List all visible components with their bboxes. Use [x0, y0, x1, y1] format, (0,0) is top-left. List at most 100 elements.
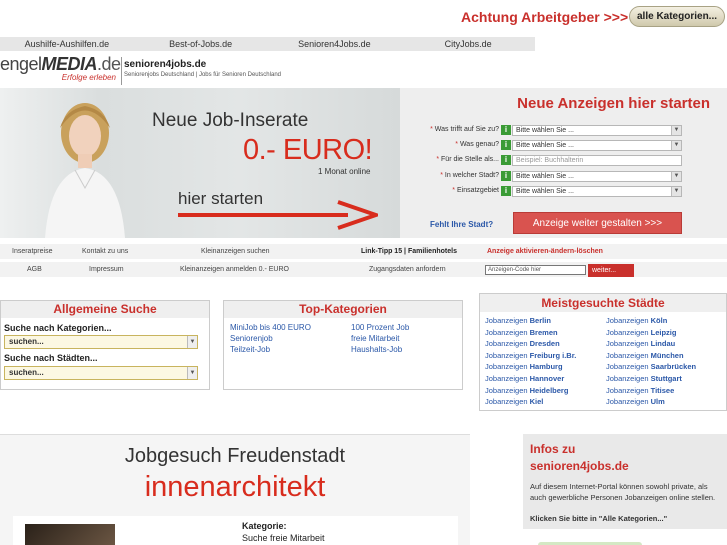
top-category-link[interactable]: 100 Prozent Job	[351, 323, 409, 332]
continue-ad-button[interactable]: Anzeige weiter gestalten >>>	[513, 212, 682, 234]
form-label-detail: Was genau?	[459, 141, 499, 148]
category-search-select[interactable]: suchen... ▼	[4, 335, 198, 349]
employer-alert-text[interactable]: Achtung Arbeitgeber >>>	[461, 9, 628, 25]
chevron-down-icon: ▼	[187, 367, 197, 379]
subnav-contact[interactable]: Kontakt zu uns	[82, 244, 128, 259]
info-icon[interactable]: i	[501, 186, 511, 196]
form-title: Neue Anzeigen hier starten	[517, 95, 710, 112]
form-label-area: Einsatzgebiet	[456, 187, 499, 194]
subnav-agb[interactable]: AGB	[27, 262, 42, 277]
arrow-right-icon	[178, 200, 378, 230]
job-detail-panel: Jobgesuch Freudenstadt innenarchitekt Ka…	[0, 434, 470, 545]
job-category-label: Kategorie:	[242, 521, 287, 531]
city-select[interactable]: Bitte wählen Sie ... ▼	[512, 171, 682, 182]
job-keyword: innenarchitekt	[144, 471, 326, 503]
all-categories-button[interactable]: alle Kategorien...	[629, 6, 725, 27]
city-link[interactable]: Jobanzeigen Dresden	[485, 339, 560, 348]
top-category-link[interactable]: freie Mitarbeit	[351, 334, 399, 343]
hero-banner[interactable]: Neue Job-Inserate 0.- EURO! 1 Monat onli…	[0, 88, 400, 238]
job-detail-card: Kategorie: Suche freie Mitarbeit	[13, 516, 458, 545]
logo-brand: MEDIA	[41, 54, 98, 74]
site-name: senioren4jobs.de	[124, 59, 207, 70]
city-link[interactable]: Jobanzeigen Leipzig	[606, 328, 676, 337]
chevron-down-icon: ▼	[671, 141, 681, 150]
engelmedia-logo[interactable]: engelMEDIA.de Erfolge erleben	[0, 54, 121, 83]
chevron-down-icon: ▼	[671, 172, 681, 181]
city-search-select[interactable]: suchen... ▼	[4, 366, 198, 380]
missing-city-link[interactable]: Fehlt Ihre Stadt?	[430, 220, 493, 229]
top-categories-box: Top-Kategorien MiniJob bis 400 EURO Seni…	[223, 300, 463, 390]
hero-price: 0.- EURO!	[243, 134, 373, 166]
chevron-down-icon: ▼	[187, 336, 197, 348]
city-link[interactable]: Jobanzeigen Köln	[606, 316, 667, 325]
form-label-position: Für die Stelle als...	[441, 156, 499, 163]
form-row-position: * Für die Stelle als... i Beispiel: Buch…	[400, 155, 727, 167]
info-icon[interactable]: i	[501, 125, 511, 135]
city-link[interactable]: Jobanzeigen Heidelberg	[485, 386, 568, 395]
top-categories-title: Top-Kategorien	[224, 301, 462, 318]
role-select[interactable]: Bitte wählen Sie ... ▼	[512, 125, 682, 136]
logo-tagline: Erfolge erleben	[61, 73, 116, 82]
top-category-link[interactable]: MiniJob bis 400 EURO	[230, 323, 311, 332]
hero-duration: 1 Monat online	[318, 167, 371, 176]
city-link[interactable]: Jobanzeigen Hamburg	[485, 362, 563, 371]
position-input[interactable]: Beispiel: Buchhalterin	[512, 155, 682, 166]
area-select[interactable]: Bitte wählen Sie ... ▼	[512, 186, 682, 197]
city-link[interactable]: Jobanzeigen Freiburg i.Br.	[485, 351, 576, 360]
info-instruction: Klicken Sie bitte in "Alle Kategorien...…	[530, 514, 668, 523]
subnav-prices[interactable]: Inseratpreise	[12, 244, 52, 259]
city-search-label: Suche nach Städten...	[4, 353, 98, 363]
top-category-link[interactable]: Haushalts-Job	[351, 345, 402, 354]
general-search-box: Allgemeine Suche Suche nach Kategorien..…	[0, 300, 210, 390]
city-link[interactable]: Jobanzeigen Kiel	[485, 397, 543, 406]
network-link-aushilfe[interactable]: Aushilfe-Aushilfen.de	[0, 37, 134, 51]
top-cities-box: Meistgesuchte Städte Jobanzeigen Berlin J…	[479, 293, 727, 411]
top-category-link[interactable]: Seniorenjob	[230, 334, 273, 343]
city-link[interactable]: Jobanzeigen Saarbrücken	[606, 362, 696, 371]
ad-code-submit-button[interactable]: weiter...	[588, 264, 634, 277]
network-link-bestofjobs[interactable]: Best-of-Jobs.de	[134, 37, 268, 51]
info-icon[interactable]: i	[501, 171, 511, 181]
city-link[interactable]: Jobanzeigen Berlin	[485, 316, 551, 325]
network-links-bar: Aushilfe-Aushilfen.de Best-of-Jobs.de Se…	[0, 37, 535, 51]
form-row-area: * Einsatzgebiet i Bitte wählen Sie ... ▼	[400, 186, 727, 198]
top-category-link[interactable]: Teilzeit-Job	[230, 345, 270, 354]
hero-headline: Neue Job-Inserate	[152, 110, 309, 131]
info-icon[interactable]: i	[501, 140, 511, 150]
subnav-manage-ad[interactable]: Anzeige aktivieren-ändern-löschen	[487, 244, 603, 259]
logo-prefix: engel	[0, 54, 42, 74]
network-link-cityjobs[interactable]: CityJobs.de	[401, 37, 535, 51]
city-link[interactable]: Jobanzeigen Lindau	[606, 339, 675, 348]
subnav-imprint[interactable]: Impressum	[89, 262, 124, 277]
job-title: Jobgesuch Freudenstadt	[124, 445, 346, 467]
job-category-value: Suche freie Mitarbeit	[242, 533, 325, 543]
info-site-name: senioren4jobs.de	[530, 459, 629, 473]
info-icon[interactable]: i	[501, 155, 511, 165]
site-info-panel: Infos zu senioren4jobs.de Auf diesem Int…	[523, 434, 727, 529]
subnav-search-ads[interactable]: Kleinanzeigen suchen	[201, 244, 270, 259]
detail-select[interactable]: Bitte wählen Sie ... ▼	[512, 140, 682, 151]
form-label-city: In welcher Stadt?	[444, 172, 499, 179]
info-title: Infos zu	[530, 442, 576, 456]
subnav-register-ads[interactable]: Kleinanzeigen anmelden 0.- EURO	[180, 262, 289, 277]
city-link[interactable]: Jobanzeigen München	[606, 351, 684, 360]
form-label-role: Was trifft auf Sie zu?	[434, 126, 499, 133]
city-link[interactable]: Jobanzeigen Titisee	[606, 386, 674, 395]
form-row-city: * In welcher Stadt? i Bitte wählen Sie .…	[400, 171, 727, 183]
top-cities-title: Meistgesuchte Städte	[480, 294, 726, 312]
subnav-link-tip[interactable]: Link-Tipp 15 | Familienhotels	[361, 244, 457, 259]
city-link[interactable]: Jobanzeigen Hannover	[485, 374, 564, 383]
hero-woman-photo	[45, 103, 125, 238]
chevron-down-icon: ▼	[671, 187, 681, 196]
city-link[interactable]: Jobanzeigen Stuttgart	[606, 374, 682, 383]
form-row-detail: * Was genau? i Bitte wählen Sie ... ▼	[400, 140, 727, 152]
site-tagline: Seniorenjobs Deutschland | Jobs für Seni…	[124, 72, 281, 78]
network-link-senioren4jobs[interactable]: Senioren4Jobs.de	[268, 37, 402, 51]
subnav-request-access[interactable]: Zugangsdaten anfordern	[369, 262, 446, 277]
subnav-row-2: AGB Impressum Kleinanzeigen anmelden 0.-…	[0, 262, 727, 277]
ad-code-input[interactable]: Anzeigen-Code hier	[485, 265, 586, 275]
city-link[interactable]: Jobanzeigen Bremen	[485, 328, 558, 337]
city-link[interactable]: Jobanzeigen Ulm	[606, 397, 665, 406]
logo-suffix: .de	[97, 54, 121, 74]
chevron-down-icon: ▼	[671, 126, 681, 135]
